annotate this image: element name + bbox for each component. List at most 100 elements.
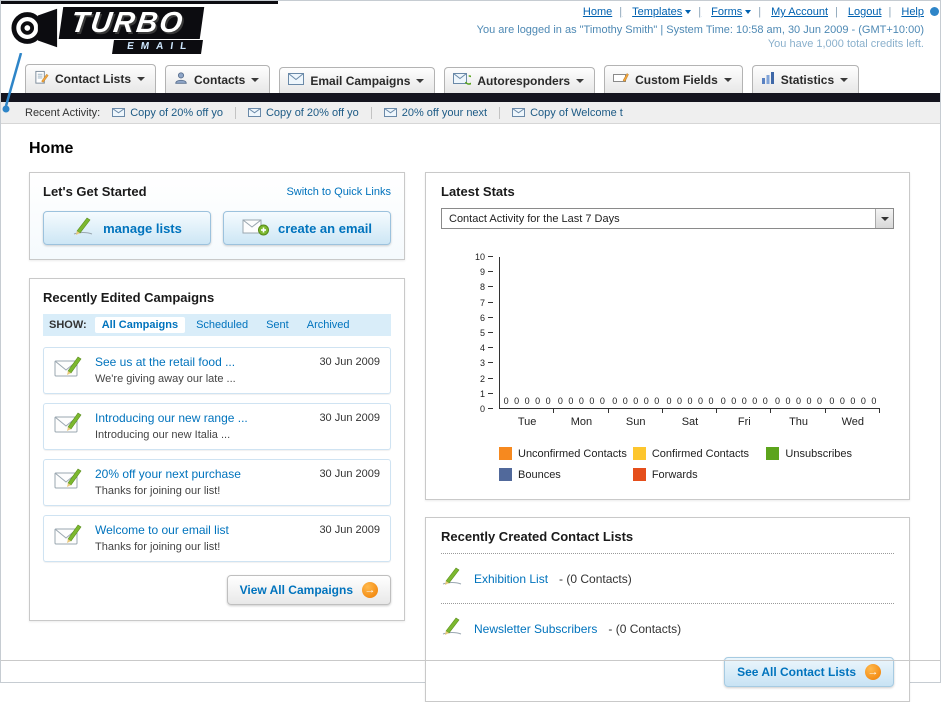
nav-tab-contact-lists[interactable]: Contact Lists [25,64,157,93]
campaign-title-link[interactable]: Welcome to our email list [95,523,229,537]
top-nav-home[interactable]: Home [583,6,612,18]
chart-x-label: Wed [841,416,865,428]
envelope-pencil-icon [54,355,84,385]
legend-label: Forwards [651,468,698,481]
nav-tab-label: Contacts [194,72,246,87]
email-icon [247,108,261,117]
dotted-divider [441,553,894,554]
stats-filter-select[interactable]: Contact Activity for the Last 7 Days [441,208,894,229]
top-nav-templates[interactable]: Templates [612,6,692,18]
campaign-item[interactable]: Introducing our new range ... Introducin… [43,403,391,450]
chart-x-label: Sat [681,416,699,428]
autoresponders-icon [453,73,475,88]
chart-group: 0 0 0 0 0 Fri [717,257,772,428]
contact-list-item: Newsletter Subscribers - (0 Contacts) [441,613,894,644]
megaphone-icon [11,5,59,56]
tab-all-campaigns[interactable]: All Campaigns [94,317,186,333]
campaign-item[interactable]: 20% off your next purchase Thanks for jo… [43,459,391,506]
top-nav-forms[interactable]: Forms [691,6,752,18]
recent-activity-item[interactable]: Copy of 20% off yo [112,106,236,119]
nav-tab-custom-fields[interactable]: Custom Fields [604,65,743,93]
chart-x-label: Mon [570,416,593,428]
campaign-text: Welcome to our email list Thanks for joi… [95,523,229,553]
chart-x-label: Fri [737,416,751,428]
switch-quick-links-link[interactable]: Switch to Quick Links [286,186,391,198]
top-nav-label: My Account [771,6,828,18]
nav-divider-bar [1,93,940,102]
email-icon [112,108,126,117]
recent-activity-item[interactable]: Copy of Welcome t [512,107,635,119]
turbo-email-logo[interactable]: TURBO EMAIL [11,5,205,56]
arrow-right-icon: → [865,664,881,680]
campaign-title-link[interactable]: Introducing our new range ... [95,411,248,425]
logo-text: TURBO EMAIL [58,7,205,54]
contact-lists-title: Recently Created Contact Lists [441,529,634,544]
top-nav: Home Templates Forms My Account Logout H… [477,6,924,18]
chart-value-labels: 0 0 0 0 0 [720,396,768,406]
chart-value-labels: 0 0 0 0 0 [775,396,823,406]
chart-group: 0 0 0 0 0 Sat [663,257,718,428]
logo-title: TURBO [58,7,205,39]
header-right: Home Templates Forms My Account Logout H… [477,6,924,50]
logo-subtitle: EMAIL [112,40,204,54]
view-all-campaigns-button[interactable]: View All Campaigns → [226,575,391,605]
nav-tab-label: Autoresponders [477,73,571,88]
chart-group: 0 0 0 0 0 Mon [554,257,609,428]
campaign-title-link[interactable]: 20% off your next purchase [95,467,241,481]
email-campaigns-icon [288,73,305,88]
nav-tab-label: Statistics [780,72,835,87]
campaigns-panel: Recently Edited Campaigns SHOW: All Camp… [29,278,405,621]
top-nav-logout[interactable]: Logout [828,6,882,18]
manage-lists-label: manage lists [103,220,182,236]
envelope-pencil-icon [54,467,84,497]
chart-legend: Unconfirmed Contacts Confirmed Contacts Un… [499,447,894,481]
tab-scheduled[interactable]: Scheduled [189,317,255,333]
app-window: TURBO EMAIL Home Templates Forms My Acco… [0,0,941,702]
chart-y-tick: 10 [475,252,493,262]
chart-y-tick: 0 [480,404,493,414]
nav-tab-contacts[interactable]: Contacts [165,65,271,93]
nav-tab-statistics[interactable]: Statistics [751,65,860,93]
contact-lists-icon [34,70,49,88]
tab-sent[interactable]: Sent [259,317,296,333]
campaign-item[interactable]: Welcome to our email list Thanks for joi… [43,515,391,562]
nav-tab-autoresponders[interactable]: Autoresponders [444,67,596,93]
right-column: Latest Stats Contact Activity for the La… [425,172,910,702]
envelope-pencil-icon [54,523,84,553]
recent-activity-bar: Recent Activity: Copy of 20% off yo Copy… [1,102,940,124]
top-nav-label: Templates [632,6,683,18]
nav-tab-email-campaigns[interactable]: Email Campaigns [279,67,436,93]
top-nav-help[interactable]: Help [882,6,924,18]
campaign-date: 30 Jun 2009 [319,356,380,368]
campaign-item[interactable]: See us at the retail food ... We're givi… [43,347,391,394]
campaign-subtitle: Introducing our new Italia ... [95,429,231,441]
activity-item-label: 20% off your next [401,106,488,119]
chart-group: 0 0 0 0 0 Tue [500,257,555,428]
manage-lists-button[interactable]: manage lists [43,211,211,245]
chart-group: 0 0 0 0 0 Wed [826,257,881,428]
campaign-title-link[interactable]: See us at the retail food ... [95,355,236,369]
email-icon [383,108,397,117]
chart-plot-area: 0 0 0 0 0 Tue 0 0 0 0 0 Mon 0 0 0 0 0 Sun 0 0 … [499,257,881,428]
contact-list-link[interactable]: Exhibition List [474,572,548,586]
legend-swatch [632,468,646,481]
create-email-button[interactable]: create an email [223,211,391,245]
tab-archived[interactable]: Archived [300,317,357,333]
recent-activity-item[interactable]: 20% off your next [383,106,501,119]
chart-y-tick: 7 [480,298,493,308]
contacts-icon [174,71,188,88]
top-nav-my-account[interactable]: My Account [751,6,828,18]
recent-activity-item[interactable]: Copy of 20% off yo [247,106,372,119]
campaign-date: 30 Jun 2009 [319,468,380,480]
chevron-down-icon [137,77,146,81]
activity-item-label: Copy of 20% off yo [130,106,223,119]
legend-item: Bounces [499,468,627,481]
chart-y-tick: 1 [480,389,493,399]
chart-y-labels: 10 9 8 7 6 5 4 3 2 1 0 [455,252,493,414]
legend-item: Unsubscribes [766,447,894,460]
campaign-date: 30 Jun 2009 [319,412,380,424]
get-started-panel: Let's Get Started Switch to Quick Links … [29,172,405,260]
chart-groups: 0 0 0 0 0 Tue 0 0 0 0 0 Mon 0 0 0 0 0 Sun 0 0 … [500,257,881,428]
legend-swatch [632,447,646,460]
contact-list-link[interactable]: Newsletter Subscribers [474,622,597,636]
